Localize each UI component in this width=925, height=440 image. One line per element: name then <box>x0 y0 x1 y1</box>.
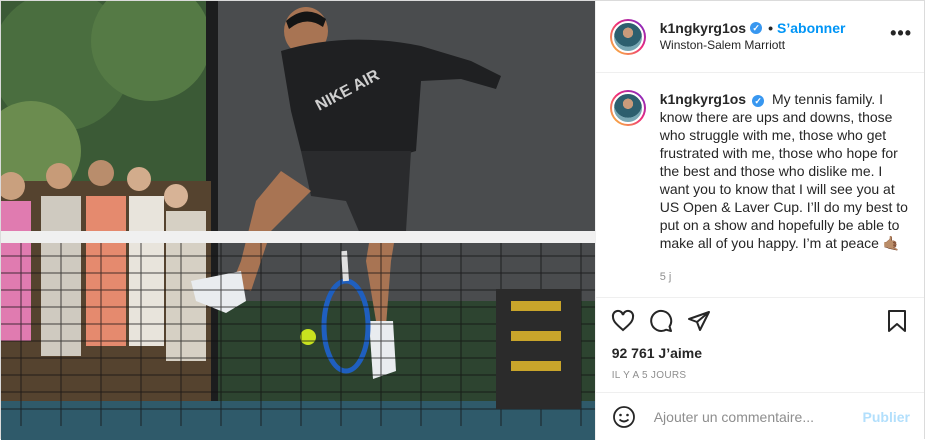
bookmark-icon[interactable] <box>884 308 910 334</box>
verified-badge-icon: ✓ <box>750 22 763 34</box>
likes-count[interactable]: 92 761 J’aime <box>612 345 702 361</box>
post-caption: k1ngkyrg1os ✓ My tennis family. I know th… <box>596 74 924 296</box>
post-location[interactable]: Winston-Salem Marriott <box>660 37 846 54</box>
caption-author-avatar[interactable] <box>609 90 646 126</box>
post-timestamp[interactable]: IL Y A 5 JOURS <box>612 370 687 381</box>
instagram-post: NIKE AIR k1ngkyrg1os ✓ • S’abonner Winst… <box>0 0 925 440</box>
author-username[interactable]: k1ngkyrg1os <box>660 20 746 37</box>
photo-illustration: NIKE AIR <box>1 1 595 440</box>
separator-dot: • <box>768 19 773 36</box>
caption-username[interactable]: k1ngkyrg1os <box>660 91 746 107</box>
caption-time: 5 j <box>659 271 672 283</box>
caption-text: My tennis family. I know there are ups a… <box>659 91 908 251</box>
comment-icon[interactable] <box>648 308 674 334</box>
verified-badge-icon: ✓ <box>752 95 765 107</box>
header-text: k1ngkyrg1os ✓ • S’abonner Winston-Salem … <box>660 20 846 54</box>
caption-body: k1ngkyrg1os ✓ My tennis family. I know th… <box>660 90 908 296</box>
share-icon[interactable] <box>686 308 712 334</box>
author-avatar[interactable] <box>609 18 646 55</box>
header-row: k1ngkyrg1os ✓ • S’abonner <box>660 20 846 37</box>
post-side-panel: k1ngkyrg1os ✓ • S’abonner Winston-Salem … <box>594 1 924 440</box>
follow-button[interactable]: S’abonner <box>777 20 845 37</box>
heart-icon[interactable] <box>610 308 636 334</box>
comment-box: Ajouter un commentaire... Publier <box>595 392 924 440</box>
comment-input[interactable]: Ajouter un commentaire... <box>654 409 863 425</box>
action-bar <box>595 297 924 343</box>
more-options-icon[interactable]: ••• <box>890 23 912 44</box>
avatar-image <box>611 92 644 124</box>
avatar-image <box>611 20 644 53</box>
post-photo[interactable]: NIKE AIR <box>1 1 595 440</box>
emoji-icon[interactable] <box>612 405 636 429</box>
post-header: k1ngkyrg1os ✓ • S’abonner Winston-Salem … <box>595 1 924 73</box>
publish-button[interactable]: Publier <box>863 409 910 425</box>
